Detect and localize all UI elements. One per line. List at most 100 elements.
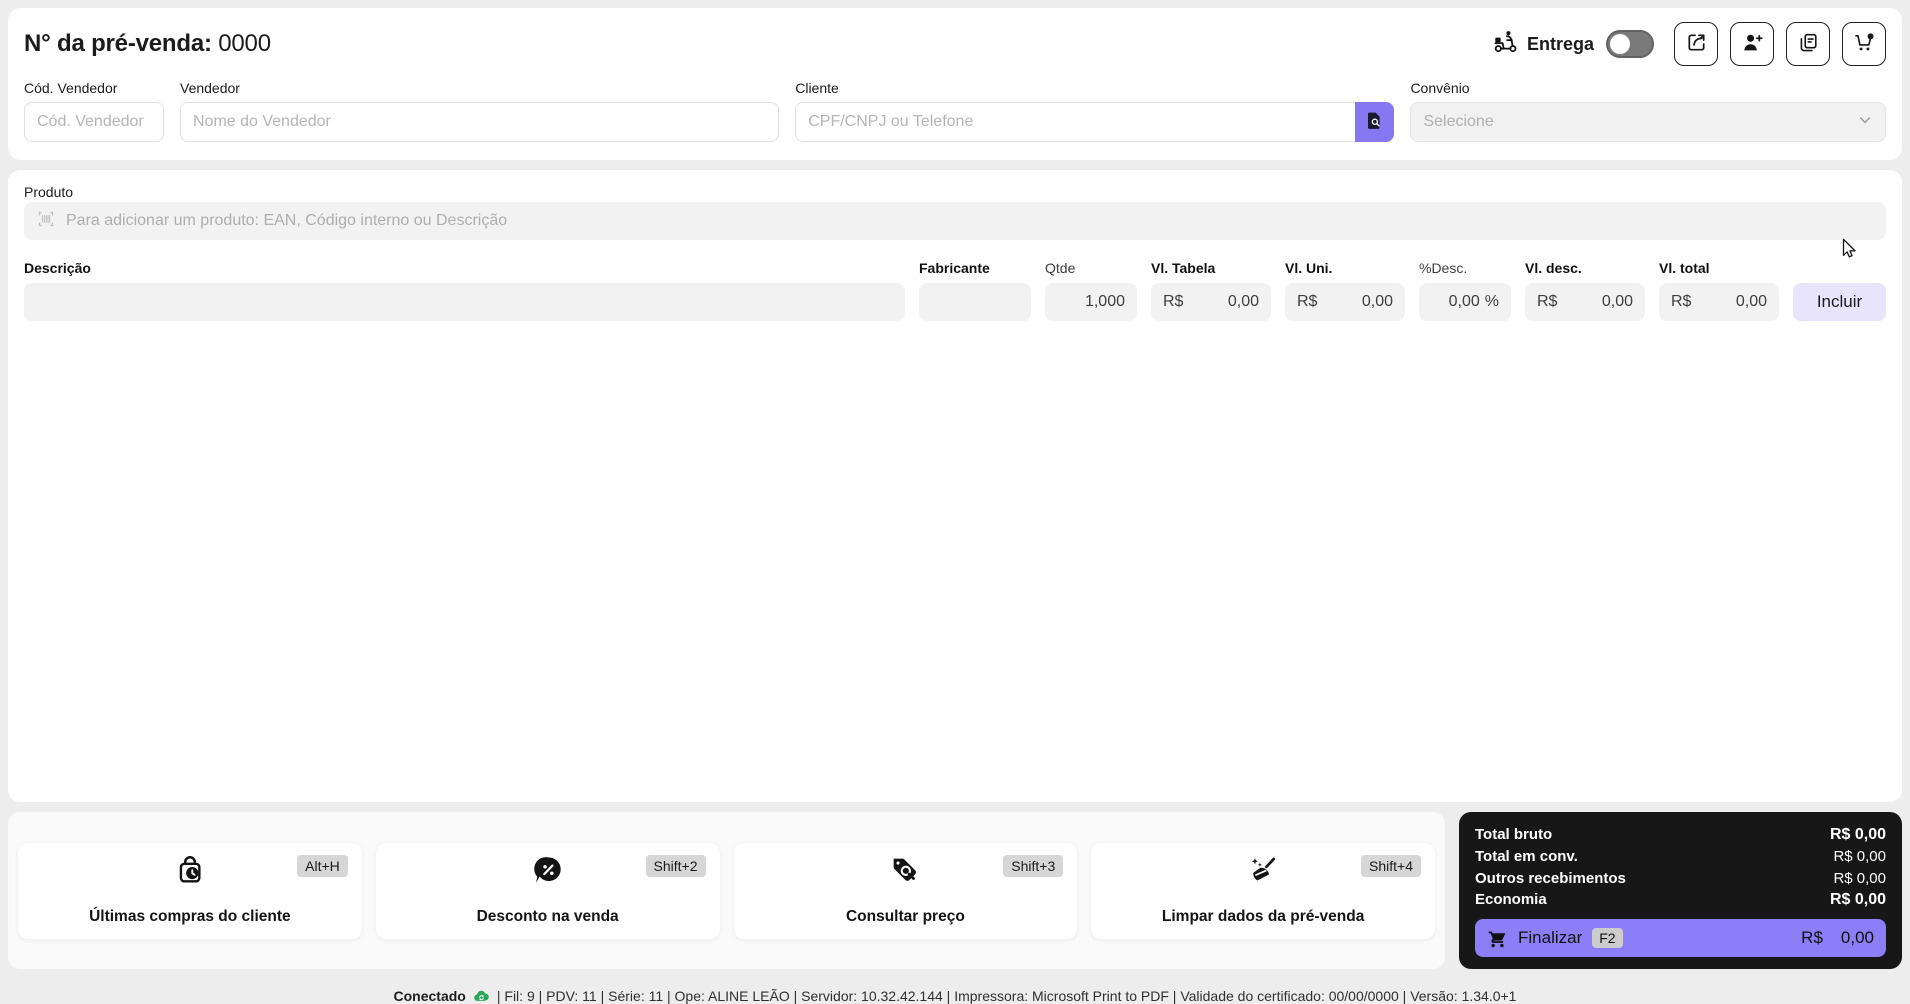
action-price-check[interactable]: Shift+3 Consultar preço: [733, 842, 1078, 939]
finalize-label: Finalizar: [1518, 928, 1583, 948]
product-entry-card: Produto Descrição Fabricante Qtde 1,000 …: [8, 170, 1902, 802]
status-details: | Fil: 9 | PDV: 11 | Série: 11 | Ope: AL…: [496, 988, 1517, 1004]
action-label: Limpar dados da pré-venda: [1161, 907, 1365, 925]
delivery-scooter-icon: [1492, 28, 1519, 60]
total-value-field: R$ 0,00: [1659, 283, 1779, 321]
manufacturer-field: [919, 283, 1031, 321]
page-title: N° da pré-venda: 0000: [24, 30, 271, 58]
qty-field[interactable]: 1,000: [1045, 283, 1137, 321]
unit-value-field[interactable]: R$ 0,00: [1285, 283, 1405, 321]
delivery-toggle[interactable]: [1606, 30, 1654, 58]
discount-value: 0,00: [1601, 293, 1633, 310]
finalize-button[interactable]: Finalizar F2 R$ 0,00: [1475, 919, 1886, 958]
discount-pct-field[interactable]: 0,00 %: [1419, 283, 1511, 321]
person-plus-icon: [1741, 31, 1764, 57]
other-receipts-value: R$ 0,00: [1833, 869, 1886, 887]
client-search-button[interactable]: [1355, 102, 1395, 142]
finalize-amount: R$ 0,00: [1801, 928, 1874, 948]
agreement-select[interactable]: Selecione: [1410, 102, 1886, 142]
finalize-amount-value: 0,00: [1840, 928, 1874, 948]
include-button[interactable]: Incluir: [1793, 283, 1886, 321]
delivery-toggle-group: Entrega: [1492, 28, 1594, 60]
barcode-icon: [36, 209, 56, 234]
shortcut-badge: Shift+3: [1003, 854, 1064, 877]
shortcut-badge: Shift+2: [645, 854, 706, 877]
qty-column-label: Qtde: [1045, 260, 1076, 276]
total-value-column-label: Vl. total: [1659, 260, 1710, 276]
total-value: 0,00: [1735, 293, 1767, 310]
discount-pct-value: 0,00: [1448, 293, 1480, 310]
cart-icon: [1487, 928, 1508, 949]
price-tag-search-icon: [888, 853, 922, 892]
manufacturer-column-label: Fabricante: [919, 260, 990, 276]
other-receipts-label: Outros recebimentos: [1475, 869, 1626, 887]
currency-prefix: R$: [1297, 293, 1318, 310]
table-value-field: R$ 0,00: [1151, 283, 1271, 321]
other-receipts-row: Outros recebimentos R$ 0,00: [1475, 867, 1886, 889]
cart-badge-button[interactable]: [1842, 22, 1886, 66]
presale-number: 0000: [218, 30, 271, 57]
vendor-code-label: Cód. Vendedor: [24, 80, 118, 96]
bag-clock-icon: [173, 853, 207, 892]
client-label: Cliente: [795, 80, 839, 96]
product-label: Produto: [24, 184, 74, 200]
presale-header-card: N° da pré-venda: 0000 Entrega Cód. Vende…: [8, 8, 1902, 160]
total-gross-label: Total bruto: [1475, 826, 1553, 844]
agreement-label: Convênio: [1410, 80, 1470, 96]
action-label: Desconto na venda: [476, 907, 619, 925]
savings-label: Economia: [1475, 891, 1547, 909]
delivery-label: Entrega: [1526, 33, 1594, 54]
currency-prefix: R$: [1163, 293, 1184, 310]
status-bar: Conectado | Fil: 9 | PDV: 11 | Série: 11…: [0, 980, 1910, 1004]
action-clear-presale[interactable]: Shift+4 Limpar dados da pré-venda: [1091, 842, 1435, 939]
cloud-sync-icon: [472, 987, 491, 1004]
discount-pct-column-label: %Desc.: [1419, 260, 1468, 276]
quick-actions-strip: Alt+H Últimas compras do cliente Shift+2…: [8, 812, 1445, 969]
cart-plus-icon: [1853, 31, 1876, 57]
table-value-column-label: Vl. Tabela: [1151, 260, 1216, 276]
discount-pct-suffix: %: [1484, 293, 1499, 310]
copy-presale-button[interactable]: [1786, 22, 1830, 66]
savings-value: R$ 0,00: [1829, 890, 1886, 908]
chevron-down-icon: [1857, 112, 1873, 133]
qty-value: 1,000: [1084, 293, 1125, 310]
action-last-purchases[interactable]: Alt+H Últimas compras do cliente: [18, 842, 362, 939]
discount-value-field: R$ 0,00: [1525, 283, 1645, 321]
totals-panel: Total bruto R$ 0,00 Total em conv. R$ 0,…: [1459, 812, 1902, 969]
total-gross-value: R$ 0,00: [1829, 825, 1886, 843]
add-client-button[interactable]: [1730, 22, 1774, 66]
toggle-knob: [1610, 34, 1630, 54]
product-search-input[interactable]: [66, 212, 1874, 230]
agreement-placeholder: Selecione: [1423, 113, 1494, 130]
broom-icon: [1246, 853, 1280, 892]
description-field: [24, 283, 905, 321]
description-column-label: Descrição: [24, 260, 91, 276]
total-gross-row: Total bruto R$ 0,00: [1475, 824, 1886, 846]
share-icon: [1685, 31, 1708, 57]
product-search-field[interactable]: [24, 202, 1886, 240]
total-agreement-label: Total em conv.: [1475, 847, 1578, 865]
presale-label: N° da pré-venda:: [24, 30, 212, 57]
client-input[interactable]: [795, 102, 1356, 142]
total-agreement-value: R$ 0,00: [1833, 847, 1886, 865]
discount-chat-icon: [531, 853, 565, 892]
shortcut-badge: Alt+H: [297, 854, 348, 877]
shortcut-badge: Shift+4: [1361, 854, 1421, 877]
connection-status: Conectado: [393, 988, 466, 1004]
share-presale-button[interactable]: [1674, 22, 1718, 66]
currency-prefix: R$: [1537, 293, 1558, 310]
vendor-name-input[interactable]: [180, 102, 780, 142]
savings-row: Economia R$ 0,00: [1475, 889, 1886, 911]
vendor-code-input[interactable]: [24, 102, 164, 142]
finalize-shortcut-badge: F2: [1592, 928, 1623, 949]
table-value: 0,00: [1227, 293, 1259, 310]
document-search-icon: [1364, 110, 1385, 134]
unit-value-column-label: Vl. Uni.: [1285, 260, 1333, 276]
currency-prefix: R$: [1671, 293, 1692, 310]
action-label: Últimas compras do cliente: [89, 907, 291, 925]
discount-value-column-label: Vl. desc.: [1525, 260, 1582, 276]
action-sale-discount[interactable]: Shift+2 Desconto na venda: [375, 842, 720, 939]
finalize-amount-prefix: R$: [1801, 928, 1823, 948]
total-agreement-row: Total em conv. R$ 0,00: [1475, 846, 1886, 868]
action-label: Consultar preço: [845, 907, 965, 925]
